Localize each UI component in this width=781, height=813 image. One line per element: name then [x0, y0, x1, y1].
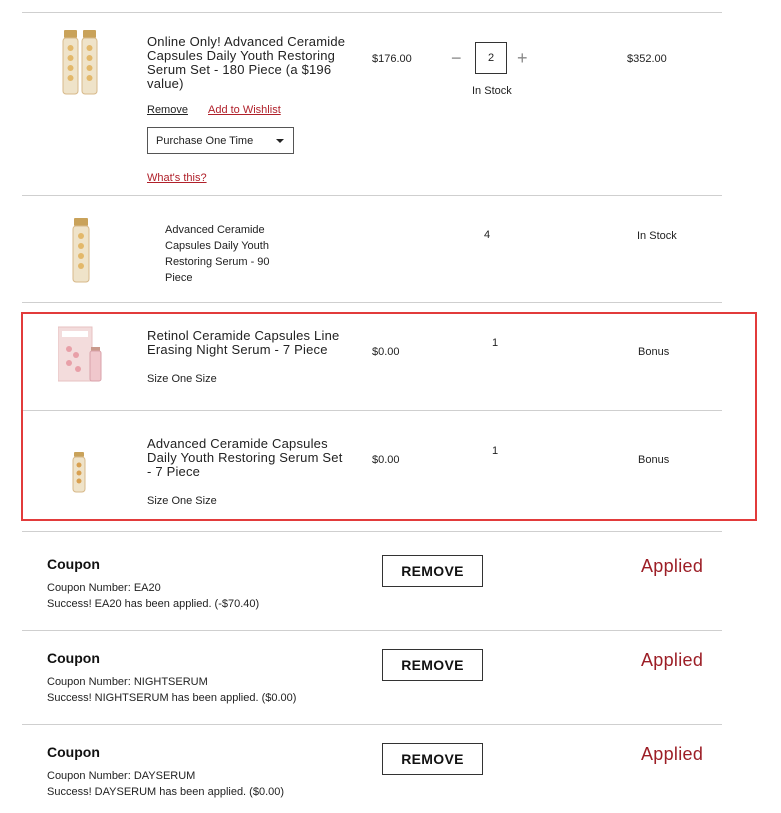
product-image[interactable] — [71, 452, 87, 494]
coupon-message: Success! NIGHTSERUM has been applied. ($… — [47, 692, 297, 704]
quantity-value: 1 — [492, 337, 499, 349]
product-image[interactable] — [58, 325, 103, 383]
quantity-input[interactable]: 2 — [475, 42, 507, 74]
unit-price: $176.00 — [372, 53, 412, 65]
divider — [23, 410, 722, 411]
unit-price: $0.00 — [372, 454, 400, 466]
applied-status: Applied — [641, 650, 704, 670]
coupon-title: Coupon — [47, 556, 100, 572]
product-name[interactable]: Online Only! Advanced Ceramide Capsules … — [147, 35, 347, 91]
product-image[interactable] — [58, 30, 104, 98]
coupon-number: Coupon Number: EA20 — [47, 582, 161, 594]
coupon-message: Success! EA20 has been applied. (-$70.40… — [47, 598, 260, 610]
product-name[interactable]: Advanced Ceramide Capsules Daily Youth R… — [165, 222, 300, 286]
divider — [22, 12, 722, 13]
divider — [22, 302, 722, 303]
product-name[interactable]: Advanced Ceramide Capsules Daily Youth R… — [147, 437, 347, 479]
divider — [22, 724, 722, 725]
applied-status: Applied — [641, 556, 704, 576]
bonus-status: Bonus — [638, 346, 670, 358]
applied-status: Applied — [641, 744, 704, 764]
add-to-wishlist-link[interactable]: Add to Wishlist — [208, 104, 281, 116]
stock-status: In Stock — [472, 85, 512, 97]
coupon-number: Coupon Number: DAYSERUM — [47, 770, 196, 782]
divider — [22, 630, 722, 631]
chevron-down-icon — [276, 139, 284, 143]
remove-coupon-button[interactable]: REMOVE — [382, 555, 483, 587]
remove-link[interactable]: Remove — [147, 104, 188, 116]
remove-coupon-button[interactable]: REMOVE — [382, 743, 483, 775]
divider — [22, 195, 722, 196]
purchase-option-select[interactable]: Purchase One Time — [147, 127, 294, 154]
remove-coupon-button[interactable]: REMOVE — [382, 649, 483, 681]
product-size: Size One Size — [147, 373, 217, 385]
line-total: $352.00 — [627, 53, 667, 65]
coupon-number: Coupon Number: NIGHTSERUM — [47, 676, 208, 688]
bonus-items-highlight — [21, 312, 757, 521]
product-size: Size One Size — [147, 495, 217, 507]
coupon-title: Coupon — [47, 744, 100, 760]
coupon-message: Success! DAYSERUM has been applied. ($0.… — [47, 786, 285, 798]
increase-quantity-button[interactable]: + — [517, 49, 528, 67]
bonus-status: Bonus — [638, 454, 670, 466]
quantity-value: 4 — [484, 229, 491, 241]
unit-price: $0.00 — [372, 346, 400, 358]
divider — [22, 531, 722, 532]
product-name[interactable]: Retinol Ceramide Capsules Line Erasing N… — [147, 329, 347, 357]
stock-status: In Stock — [637, 230, 677, 242]
quantity-value: 1 — [492, 445, 499, 457]
purchase-option-value: Purchase One Time — [156, 134, 254, 147]
product-image[interactable] — [68, 218, 94, 284]
coupon-title: Coupon — [47, 650, 100, 666]
whats-this-link[interactable]: What's this? — [147, 172, 207, 184]
decrease-quantity-button[interactable]: − — [451, 49, 462, 67]
